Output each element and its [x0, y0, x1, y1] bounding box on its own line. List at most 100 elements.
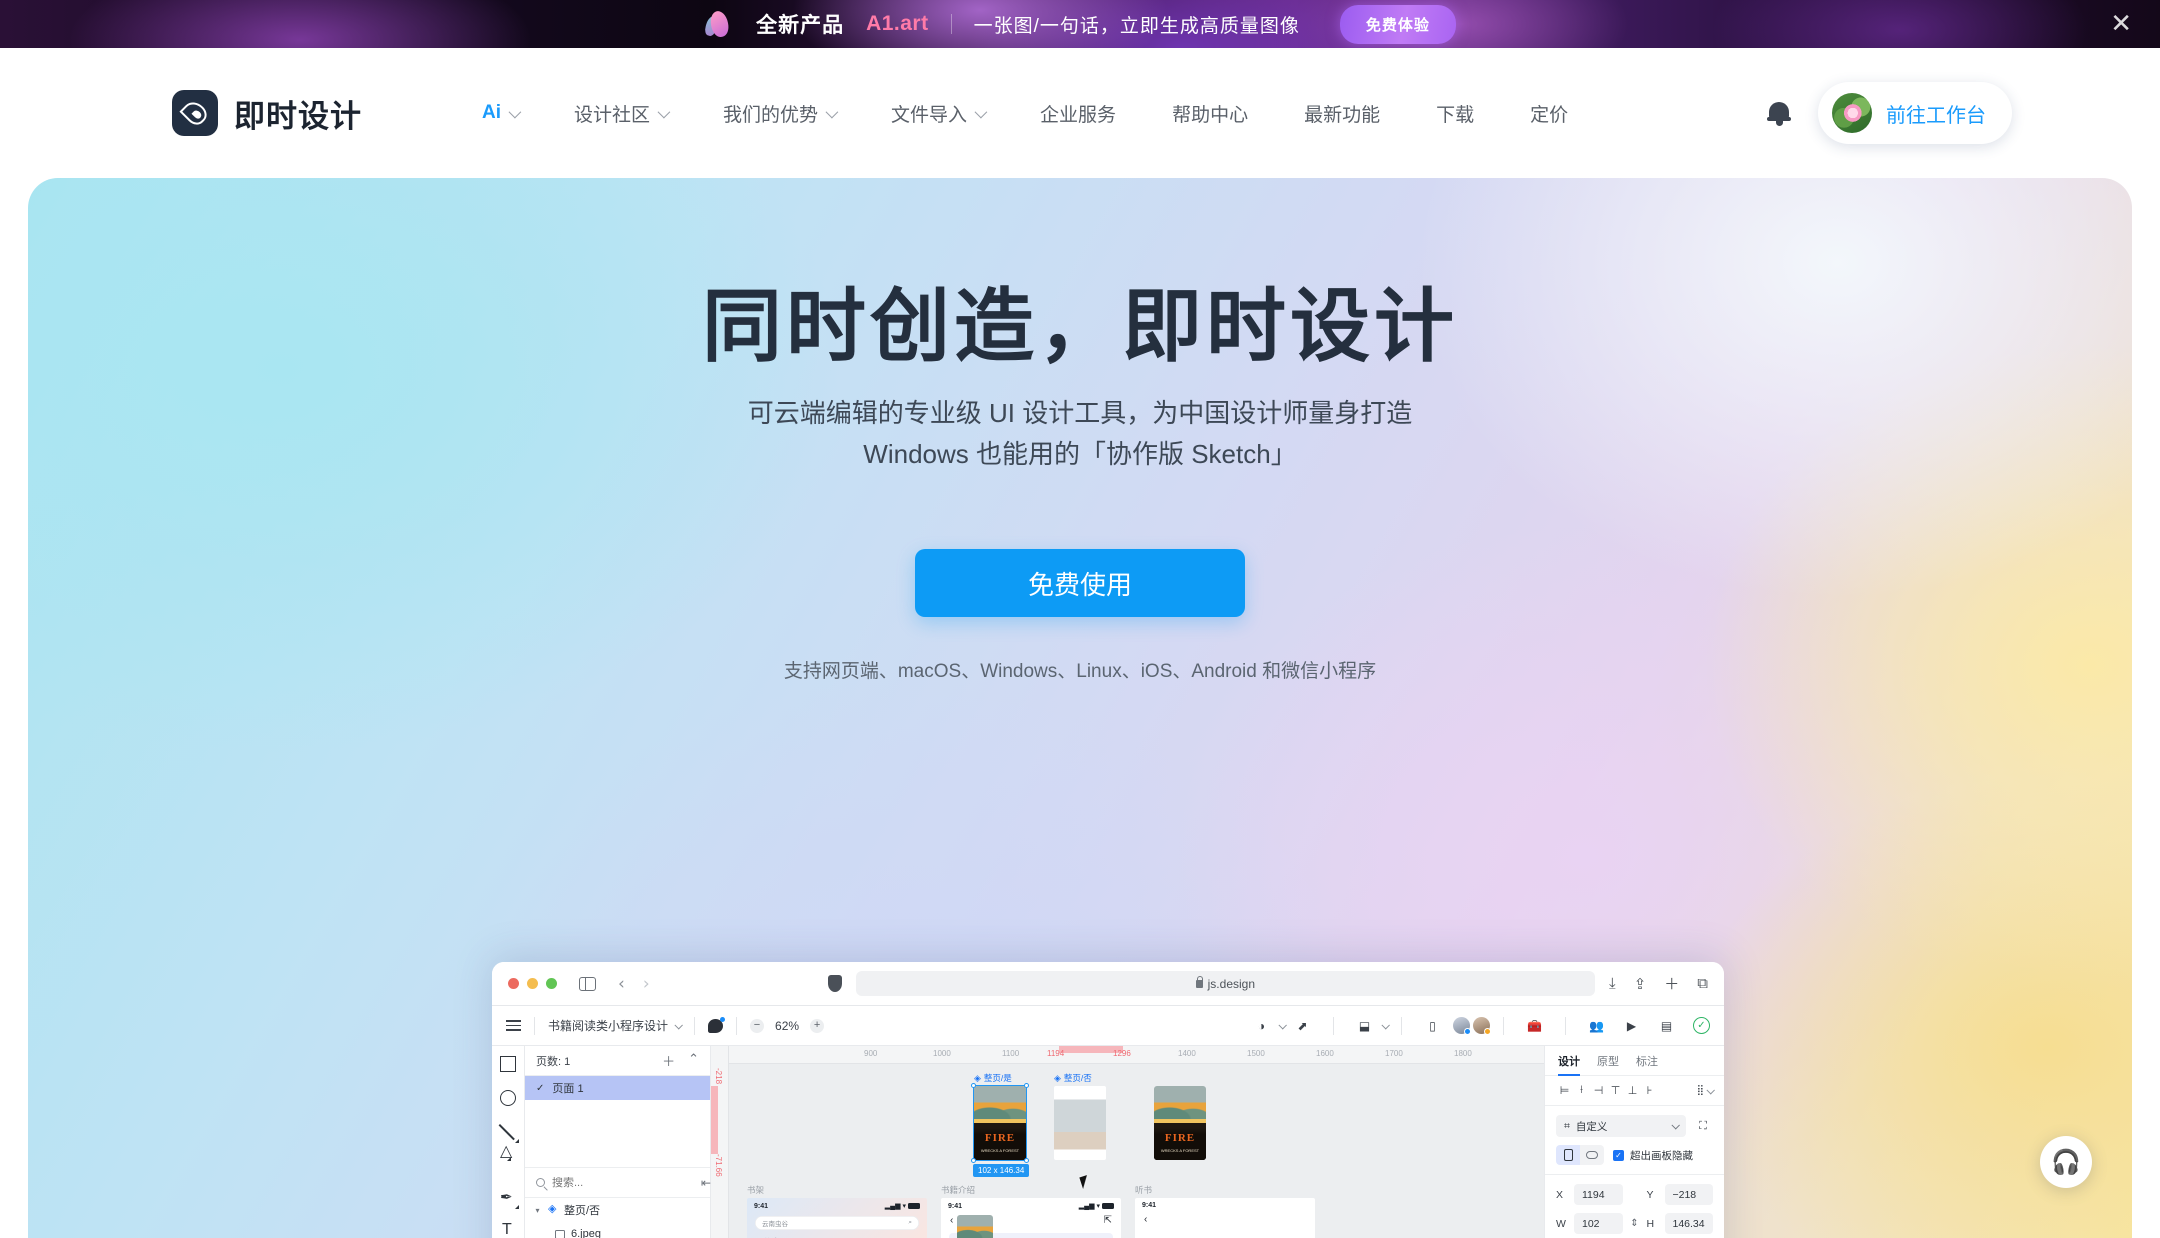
menu-icon[interactable] — [506, 1020, 521, 1031]
toolkit-icon[interactable]: 🧰 — [1526, 1018, 1543, 1034]
play-icon[interactable]: ▶ — [1623, 1018, 1640, 1034]
tab-design[interactable]: 设计 — [1558, 1053, 1580, 1076]
collaborator-avatar[interactable] — [1473, 1017, 1491, 1035]
y-input[interactable]: −218 — [1664, 1184, 1713, 1205]
support-headset-icon[interactable]: 🎧 — [2040, 1136, 2092, 1188]
align-bottom-icon[interactable]: ⊦ — [1641, 1083, 1658, 1098]
collaborator-avatar[interactable] — [1453, 1017, 1471, 1035]
book-info-card[interactable]: 森林之火 德勒·凡尔纳蒙(法) 长篇科幻小说 — [949, 1215, 1113, 1238]
go-to-workspace-button[interactable]: 前往工作台 — [1818, 82, 2012, 144]
nav-item-features[interactable]: 最新功能 — [1276, 100, 1408, 127]
align-center-v-icon[interactable]: ⊥ — [1624, 1083, 1641, 1098]
device-preview-icon[interactable]: ▯ — [1424, 1018, 1441, 1034]
nav-item-pricing[interactable]: 定价 — [1502, 100, 1596, 127]
artboard-label[interactable]: 听书 — [1135, 1184, 1152, 1196]
resize-handle[interactable] — [1024, 1083, 1029, 1088]
phone-mockup-bookshelf[interactable]: 9:41 ▂▄▆ ▾ 云南虫谷 ⌕ 我的书架 书店商城 — [747, 1198, 927, 1238]
clip-content-checkbox[interactable]: ✓ 超出画板隐藏 — [1613, 1148, 1693, 1163]
add-page-button[interactable]: ＋ — [662, 1051, 675, 1070]
sidebar-toggle-icon[interactable] — [579, 976, 596, 991]
filter-icon[interactable]: ⇤ — [701, 1176, 711, 1190]
search-input[interactable] — [552, 1176, 694, 1189]
artboard-label[interactable]: 书架 — [747, 1184, 764, 1196]
comment-icon[interactable] — [708, 1016, 726, 1033]
landscape-option[interactable] — [1580, 1145, 1604, 1165]
back-icon[interactable]: ‹ — [1144, 1214, 1147, 1225]
align-center-h-icon[interactable]: ⟊ — [1573, 1083, 1590, 1098]
height-input[interactable]: 146.34 — [1664, 1213, 1713, 1234]
promo-cta-button[interactable]: 免费体验 — [1339, 4, 1456, 44]
forward-arrow-icon[interactable]: › — [643, 974, 650, 994]
layer-row[interactable]: ▾ 整页/否 — [525, 1198, 710, 1222]
nav-item-ai[interactable]: Ai — [454, 102, 546, 124]
line-tool-icon[interactable] — [500, 1124, 519, 1143]
chevron-down-icon[interactable] — [1278, 1020, 1287, 1030]
chevron-down-icon[interactable] — [1381, 1020, 1390, 1030]
vertical-ruler[interactable]: -218 -71.66 100 200 — [711, 1046, 729, 1238]
resize-handle[interactable] — [971, 1083, 976, 1088]
polygon-tool-icon[interactable] — [500, 1144, 516, 1172]
tab-annotation[interactable]: 标注 — [1636, 1053, 1658, 1075]
artboard-label[interactable]: ◈ 整页/否 — [1054, 1072, 1092, 1084]
url-bar[interactable]: js.design — [855, 971, 1596, 996]
artboard-label[interactable]: ◈ 整页/是 — [974, 1072, 1012, 1084]
horizontal-ruler[interactable]: 900 1000 1100 1194 1296 1400 1500 1600 1… — [711, 1046, 1544, 1064]
more-align-options-icon[interactable]: ⣿ — [1697, 1085, 1715, 1096]
zoom-in-button[interactable]: + — [810, 1018, 825, 1033]
poster-artboard-third[interactable]: FIRE WRECKS A FOREST — [1154, 1086, 1206, 1160]
layer-search[interactable]: ⇤ — [525, 1168, 711, 1198]
canvas-content[interactable]: ◈ 整页/是 FIRE WRECKS A FOREST 102 x 146.34… — [729, 1064, 1544, 1238]
ellipse-tool-icon[interactable] — [500, 1090, 516, 1106]
phone-mockup-listen[interactable]: 9:41 ‹ — [1135, 1198, 1315, 1238]
orientation-toggle[interactable] — [1556, 1145, 1604, 1165]
back-icon[interactable]: ‹ — [950, 1215, 953, 1226]
fit-to-content-icon[interactable]: ⛶ — [1693, 1116, 1713, 1136]
close-icon[interactable]: ✕ — [2110, 11, 2132, 37]
zoom-out-button[interactable]: − — [750, 1018, 765, 1033]
bell-icon[interactable] — [1766, 99, 1792, 127]
pen-tool-icon[interactable] — [500, 1188, 519, 1209]
width-input[interactable]: 102 — [1574, 1213, 1623, 1234]
tab-prototype[interactable]: 原型 — [1597, 1053, 1619, 1075]
nav-item-advantages[interactable]: 我们的优势 — [695, 100, 863, 127]
layer-row[interactable]: 6.jpeg — [525, 1222, 710, 1238]
align-left-icon[interactable]: ⊨ — [1556, 1083, 1573, 1098]
free-use-button[interactable]: 免费使用 — [915, 549, 1245, 617]
nav-item-community[interactable]: 设计社区 — [546, 100, 695, 127]
maximize-window-icon[interactable] — [546, 978, 557, 989]
disclosure-triangle-icon[interactable]: ▾ — [533, 1206, 542, 1215]
artboard-label[interactable]: 书籍介绍 — [941, 1184, 975, 1196]
page-list-item[interactable]: ✓ 页面 1 — [525, 1076, 710, 1100]
resize-handle[interactable] — [971, 1158, 976, 1163]
resize-handle[interactable] — [1024, 1158, 1029, 1163]
components-icon[interactable]: ⬓ — [1356, 1018, 1373, 1034]
tabs-icon[interactable]: ⧉ — [1697, 975, 1708, 992]
design-canvas[interactable]: 900 1000 1100 1194 1296 1400 1500 1600 1… — [711, 1046, 1544, 1238]
poster-artboard-secondary[interactable] — [1054, 1086, 1106, 1160]
view-mode-icon[interactable]: ◑ — [1253, 1018, 1270, 1034]
document-name-dropdown[interactable]: 书籍阅读类小程序设计 — [548, 1017, 683, 1034]
layout-icon[interactable]: ▤ — [1658, 1018, 1675, 1034]
minimize-window-icon[interactable] — [527, 978, 538, 989]
align-top-icon[interactable]: ⊤ — [1607, 1083, 1624, 1098]
rectangle-tool-icon[interactable] — [500, 1056, 516, 1072]
download-icon[interactable]: ⤓ — [1609, 975, 1616, 992]
invite-users-icon[interactable]: 👥 — [1588, 1018, 1605, 1034]
nav-item-import[interactable]: 文件导入 — [863, 100, 1012, 127]
export-icon[interactable]: ⬈ — [1294, 1018, 1311, 1034]
lock-aspect-ratio-icon[interactable]: ⇕ — [1629, 1218, 1641, 1229]
site-logo[interactable]: 即时设计 — [172, 90, 362, 136]
portrait-option[interactable] — [1556, 1145, 1580, 1165]
share-icon[interactable]: ⇱ — [1104, 1215, 1112, 1226]
search-field[interactable]: 云南虫谷 ⌕ — [755, 1216, 919, 1230]
back-arrow-icon[interactable]: ‹ — [618, 974, 625, 994]
window-controls[interactable] — [508, 978, 557, 989]
phone-mockup-book-detail[interactable]: 9:41 ▂▄▆ ▾ ‹ ⇱ 森林之火 德勒·凡尔纳蒙(法) 长篇科幻小说 — [941, 1198, 1121, 1238]
align-right-icon[interactable]: ⊣ — [1590, 1083, 1607, 1098]
close-window-icon[interactable] — [508, 978, 519, 989]
shelf-tabs[interactable]: 我的书架 书店商城 — [747, 1234, 927, 1238]
preset-dropdown[interactable]: ⌗ 自定义 — [1556, 1115, 1686, 1137]
collapse-pages-icon[interactable]: ⌃ — [688, 1051, 699, 1070]
new-tab-icon[interactable]: ＋ — [1664, 973, 1679, 994]
share-icon[interactable]: ⇪ — [1634, 975, 1647, 993]
